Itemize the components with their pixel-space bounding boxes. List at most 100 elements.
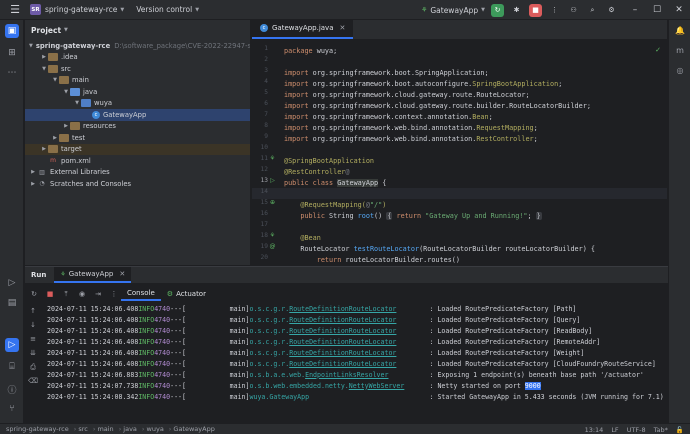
arrow-up-icon[interactable]: ↑ [28, 307, 38, 315]
log-logger[interactable]: o.s.c.g.r.RouteDefinitionRouteLocator [250, 360, 430, 368]
tree-item[interactable]: m pom.xml [25, 155, 250, 167]
lock-icon[interactable]: 🔓 [676, 426, 684, 434]
line-separator[interactable]: LF [611, 426, 618, 434]
tab-gatewayapp[interactable]: c GatewayApp.java ✕ [252, 20, 354, 39]
close-icon[interactable]: ✕ [668, 5, 690, 15]
git-icon[interactable]: ⑂ [5, 402, 19, 416]
search-icon[interactable]: ⌕ [586, 4, 599, 17]
chevron-down-icon[interactable]: ▼ [62, 89, 70, 95]
tree-item[interactable]: ▶ ◔ Scratches and Consoles [25, 178, 250, 190]
log-logger[interactable]: o.s.c.g.r.RouteDefinitionRouteLocator [250, 338, 430, 346]
print-icon[interactable]: ⎙ [28, 363, 38, 372]
more-icon[interactable]: ⋮ [107, 290, 121, 298]
bean-icon[interactable]: @ [268, 243, 277, 250]
log-port[interactable]: 9000 [524, 381, 541, 390]
stop-icon[interactable]: ■ [43, 290, 57, 298]
spring-bean-icon[interactable]: ⚘ [268, 232, 277, 239]
log-logger[interactable]: o.s.c.g.r.RouteDefinitionRouteLocator [250, 316, 430, 324]
spring-bean-icon[interactable]: ⚘ [268, 155, 277, 162]
maximize-icon[interactable]: ☐ [646, 5, 668, 15]
more-icon[interactable]: ⋯ [5, 66, 19, 80]
tree-item[interactable]: ▼ main [25, 75, 250, 87]
tree-item[interactable]: ▶ .idea [25, 52, 250, 64]
stop-icon[interactable]: ■ [529, 3, 542, 17]
project-switcher[interactable]: SR spring-gateway-rce ▼ [30, 4, 124, 15]
run-gutter-icon[interactable]: ▷ [268, 177, 277, 184]
log-logger[interactable]: o.s.b.web.embedded.netty.NettyWebServer [250, 382, 430, 390]
breadcrumb-item[interactable]: GatewayApp [173, 425, 214, 433]
tab-actuator[interactable]: ⚙ Actuator [161, 287, 212, 301]
restore-layout-icon[interactable]: ⤒ [59, 290, 73, 299]
chevron-right-icon[interactable]: ▶ [51, 135, 59, 141]
problems-icon[interactable]: ⓘ [5, 382, 19, 396]
minimize-icon[interactable]: – [624, 5, 646, 15]
chevron-right-icon[interactable]: ▶ [40, 146, 48, 152]
tree-item[interactable]: ▶ ▥ External Libraries [25, 167, 250, 179]
logger-link[interactable]: RouteDefinitionRouteLocator [289, 349, 396, 357]
logger-link[interactable]: RouteDefinitionRouteLocator [289, 316, 396, 324]
structure-icon[interactable]: ⊞ [5, 46, 19, 60]
scroll-end-icon[interactable]: ⇊ [28, 349, 38, 357]
breadcrumb-item[interactable]: src [78, 425, 88, 433]
terminal-icon[interactable]: ▤ [5, 296, 19, 310]
people-icon[interactable]: ⚇ [567, 4, 580, 17]
caret-position[interactable]: 13:14 [585, 426, 604, 434]
chevron-right-icon[interactable]: ▶ [29, 169, 37, 175]
run-config-selector[interactable]: ⚘ GatewayApp ▼ [421, 6, 485, 15]
logger-link[interactable]: RouteDefinitionRouteLocator [289, 305, 396, 313]
logger-link[interactable]: RouteDefinitionRouteLocator [289, 360, 396, 368]
chevron-down-icon[interactable]: ▼ [73, 100, 81, 106]
tree-item[interactable]: ▼ spring-gateway-rce D:\software_package\C… [25, 40, 250, 52]
camera-icon[interactable]: ◉ [75, 290, 89, 298]
chevron-down-icon[interactable]: ▼ [29, 43, 33, 49]
menu-icon[interactable]: ☰ [0, 0, 30, 20]
tree-item[interactable]: ▶ target [25, 143, 250, 155]
breadcrumb-item[interactable]: spring-gateway-rce [6, 425, 69, 433]
database-icon[interactable]: ◎ [674, 66, 686, 78]
log-logger[interactable]: o.s.b.a.e.web.EndpointLinksResolver [250, 371, 430, 379]
terminal-icon[interactable]: ⌸ [5, 360, 19, 374]
rerun-icon[interactable]: ↻ [27, 290, 41, 298]
exit-icon[interactable]: ⇥ [91, 290, 105, 298]
log-logger[interactable]: wuya.GatewayApp [250, 393, 430, 401]
folder-icon[interactable]: ▣ [5, 24, 19, 38]
tree-item[interactable]: ▶ test [25, 132, 250, 144]
close-tab-icon[interactable]: ✕ [340, 24, 346, 32]
tree-item[interactable]: ▼ wuya [25, 98, 250, 110]
gear-icon[interactable]: ⚙ [605, 4, 618, 17]
debug-icon[interactable]: ✱ [510, 4, 523, 17]
logger-link[interactable]: EndpointLinksResolver [305, 371, 388, 379]
breadcrumb-item[interactable]: wuya [147, 425, 164, 433]
run-tool-icon[interactable]: ▷ [5, 276, 19, 290]
tree-item[interactable]: ▼ java [25, 86, 250, 98]
chevron-right-icon[interactable]: ▶ [29, 181, 37, 187]
tree-item[interactable]: ▼ src [25, 63, 250, 75]
breadcrumb-item[interactable]: main [97, 425, 113, 433]
arrow-down-icon[interactable]: ↓ [28, 321, 38, 329]
chevron-down-icon[interactable]: ▼ [51, 77, 59, 83]
maven-icon[interactable]: m [674, 46, 686, 58]
tree-item[interactable]: c GatewayApp [25, 109, 250, 121]
breadcrumb-item[interactable]: java [123, 425, 137, 433]
chevron-right-icon[interactable]: ▶ [62, 123, 70, 129]
soft-wrap-icon[interactable]: ≡ [28, 335, 38, 343]
code-view[interactable]: package wuya; import org.springframework.… [284, 40, 664, 265]
rerun-icon[interactable]: ↻ [491, 3, 504, 17]
tree-item[interactable]: ▶ resources [25, 121, 250, 133]
chevron-down-icon[interactable]: ▼ [40, 66, 48, 72]
logger-link[interactable]: RouteDefinitionRouteLocator [289, 327, 396, 335]
inspection-ok-icon[interactable]: ✓ [655, 46, 661, 54]
trash-icon[interactable]: ⌫ [28, 377, 38, 385]
run-tab-gatewayapp[interactable]: ⚘ GatewayApp ✕ [54, 267, 132, 283]
vcs-widget[interactable]: Version control ▼ [136, 5, 199, 14]
console-output[interactable]: 2024-07-11 15:24:06.408 INFO 4740 --- [ … [47, 303, 668, 424]
more-icon[interactable]: ⋮ [548, 4, 561, 17]
chevron-down-icon[interactable]: ▼ [64, 27, 68, 33]
logger-link[interactable]: RouteDefinitionRouteLocator [289, 338, 396, 346]
tab-console[interactable]: Console [121, 287, 161, 301]
chevron-right-icon[interactable]: ▶ [40, 54, 48, 60]
endpoint-icon[interactable]: ⊕ [268, 199, 277, 206]
run-icon[interactable]: ▷ [5, 338, 19, 352]
file-encoding[interactable]: UTF-8 [627, 426, 646, 434]
indent-setting[interactable]: Tab* [654, 426, 668, 434]
